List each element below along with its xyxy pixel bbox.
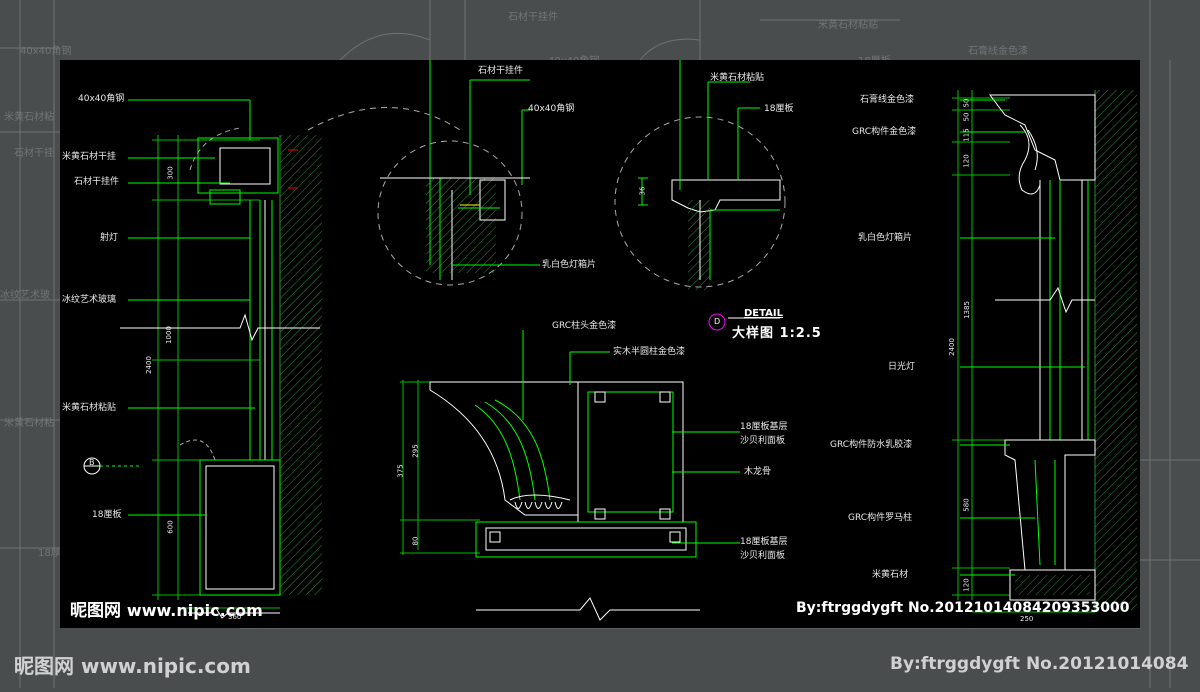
cad-drawing [83,60,1137,621]
bg-label: 石膏线金色漆 [968,46,1028,57]
label-capital-gold: GRC柱头金色漆 [552,321,617,331]
bg-label: 米黄石材粘 [4,418,54,429]
watermark-credit: By:ftrggdygft No.20121014084209353000 [796,600,1130,616]
detail-title: 大样图 1:2.5 [732,326,822,341]
dim-label: 2400 [144,356,153,374]
label-stone: 米黄石材 [872,570,909,580]
label-sapele-panel: 沙贝利面板 [740,551,786,561]
dim-label: 295 [411,444,420,458]
right-section-drawing [952,90,1137,613]
bg-label: 冰纹艺术玻 [0,290,50,301]
dim-label: 300 [166,166,175,180]
label-board: 18厘板 [764,104,794,114]
label-art-glass: 冰纹艺术玻璃 [62,295,117,305]
dim-label: 1000 [164,326,173,344]
bg-label: 石材干挂 [14,148,54,159]
label-board-base: 18厘板基层 [740,537,788,547]
dim-label: 50 [962,112,971,122]
detail-circle-1-drawing [377,60,540,286]
bg-label: 石材干挂件 [508,12,558,23]
label-light-box: 乳白色灯箱片 [858,233,913,243]
dim-label: 600 [166,520,175,534]
detail-circle-2-drawing [614,60,786,290]
label-angle-steel: 40x40角钢 [528,104,575,114]
outer-watermark-credit: By:ftrggdygft No.20121014084 [890,654,1189,674]
dim-label: 580 [962,498,971,512]
dim-label: 2400 [947,338,956,356]
label-grc-column: GRC构件罗马柱 [848,513,913,523]
bg-label: 40x40角钢 [20,46,72,57]
dim-label: 120 [962,154,971,168]
label-angle-steel: 40x40角钢 [78,94,125,104]
label-stone-paste: 米黄石材粘贴 [62,403,117,413]
label-spotlight: 射灯 [100,233,119,243]
cad-panel: 40x40角钢 米黄石材干挂 石材干挂件 射灯 冰纹艺术玻璃 米黄石材粘贴 18… [60,60,1140,628]
watermark-site-name: 昵图网 [70,601,121,621]
detail-marker: D [714,317,721,326]
label-sapele-panel: 沙贝利面板 [740,436,786,446]
section-marker-b: B [89,458,95,467]
label-board: 18厘板 [92,510,122,520]
dim-label: 36 [638,186,647,196]
dim-label: 375 [396,464,405,478]
bg-label: 米黄石材粘 [4,112,54,123]
label-stone-paste: 米黄石材粘贴 [710,73,765,83]
watermark-site-url: www.nipic.com [126,601,263,620]
label-stone-hanger: 石材干挂件 [478,66,524,76]
capital-section-drawing [400,330,740,621]
label-fluorescent: 日光灯 [888,362,916,372]
dim-label: 115 [962,128,971,142]
label-grc-latex: GRC构件防水乳胶漆 [830,440,913,450]
dim-label: 80 [411,536,420,546]
detail-heading: DETAIL [744,308,784,319]
label-grc-gold: GRC构件金色漆 [852,127,917,137]
label-half-column: 实木半圆柱金色漆 [613,347,686,357]
label-stone-hanger: 石材干挂件 [74,177,120,187]
dim-label: 120 [962,578,971,592]
watermark-site: 昵图网 www.nipic.com [70,596,263,621]
dim-label: 50 [962,98,971,108]
bg-label: 米黄石材粘贴 [818,20,878,31]
dim-label: 1385 [962,301,971,319]
outer-watermark-site: 昵图网 www.nipic.com [14,654,251,678]
label-board-base: 18厘板基层 [740,422,788,432]
label-light-box: 乳白色灯箱片 [542,260,597,270]
label-plaster-gold: 石膏线金色漆 [860,95,915,105]
label-stone-dry-hang: 米黄石材干挂 [62,152,117,162]
label-wood-keel: 木龙骨 [744,467,772,477]
